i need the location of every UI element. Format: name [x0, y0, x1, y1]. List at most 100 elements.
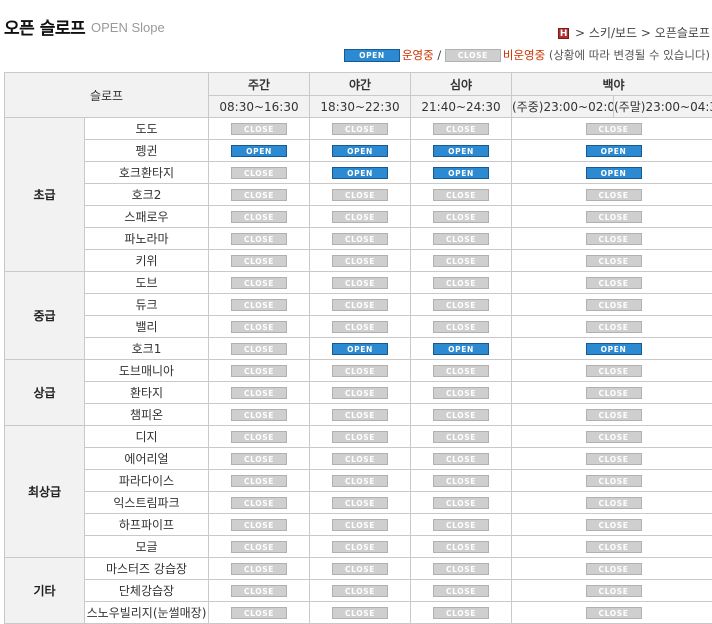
status-badge: CLOSE	[231, 475, 287, 487]
status-badge: CLOSE	[231, 497, 287, 509]
table-row: 단체강습장 CLOSE CLOSE CLOSE CLOSE	[5, 579, 712, 602]
status-cell: CLOSE	[410, 183, 512, 206]
status-badge: CLOSE	[231, 541, 287, 553]
status-badge: CLOSE	[332, 563, 388, 575]
slope-name: 에어리얼	[84, 447, 209, 470]
status-cell: OPEN	[410, 139, 512, 162]
page-subtitle: OPEN Slope	[91, 20, 165, 35]
status-cell: CLOSE	[208, 117, 310, 140]
breadcrumb-item-open-slope[interactable]: 오픈슬로프	[655, 26, 710, 40]
status-badge: CLOSE	[433, 519, 489, 531]
status-badge: CLOSE	[332, 431, 388, 443]
legend-close-text: 비운영중	[502, 48, 546, 62]
status-cell: CLOSE	[309, 535, 411, 558]
status-badge: CLOSE	[231, 123, 287, 135]
status-badge: CLOSE	[332, 585, 388, 597]
legend-open-text: 운영중	[401, 48, 434, 62]
status-cell: CLOSE	[309, 117, 411, 140]
home-icon[interactable]: H	[558, 28, 570, 39]
status-cell: CLOSE	[511, 601, 712, 624]
status-badge: CLOSE	[433, 453, 489, 465]
breadcrumb-item-ski-board[interactable]: 스키/보드	[589, 26, 637, 40]
slope-name: 스노우빌리지(눈썰매장)	[84, 601, 209, 624]
status-badge: CLOSE	[433, 233, 489, 245]
status-badge: CLOSE	[332, 497, 388, 509]
status-cell: CLOSE	[410, 557, 512, 580]
status-cell: CLOSE	[208, 425, 310, 448]
slope-name: 스패로우	[84, 205, 209, 228]
status-cell: CLOSE	[410, 249, 512, 272]
period-header-late-night: 심야	[410, 72, 512, 96]
status-cell: CLOSE	[208, 469, 310, 492]
status-cell: CLOSE	[511, 117, 712, 140]
status-badge: CLOSE	[332, 277, 388, 289]
status-cell: CLOSE	[309, 271, 411, 294]
status-cell: CLOSE	[309, 601, 411, 624]
status-badge: CLOSE	[231, 453, 287, 465]
status-badge: CLOSE	[433, 607, 489, 619]
status-cell: CLOSE	[410, 227, 512, 250]
table-row: 호크환타지 CLOSE OPEN OPEN OPEN	[5, 161, 712, 184]
status-cell: OPEN	[511, 161, 712, 184]
status-badge: CLOSE	[332, 387, 388, 399]
slope-name: 단체강습장	[84, 579, 209, 602]
status-cell: CLOSE	[410, 205, 512, 228]
status-cell: OPEN	[410, 337, 512, 360]
period-hours-day: 08:30~16:30	[208, 95, 310, 118]
status-badge: CLOSE	[231, 343, 287, 355]
status-cell: CLOSE	[511, 579, 712, 602]
status-cell: OPEN	[208, 139, 310, 162]
breadcrumb-separator: >	[640, 26, 651, 40]
status-cell: CLOSE	[309, 469, 411, 492]
status-cell: CLOSE	[410, 403, 512, 426]
status-cell: CLOSE	[410, 315, 512, 338]
status-badge: CLOSE	[585, 387, 642, 399]
status-badge: CLOSE	[332, 299, 388, 311]
status-cell: CLOSE	[410, 359, 512, 382]
status-cell: CLOSE	[208, 293, 310, 316]
slope-name: 호크1	[84, 337, 209, 360]
status-badge: CLOSE	[433, 497, 489, 509]
status-cell: CLOSE	[410, 117, 512, 140]
status-cell: CLOSE	[410, 535, 512, 558]
slope-column-header: 슬로프	[4, 72, 209, 118]
status-badge: CLOSE	[433, 255, 489, 267]
level-label: 상급	[4, 359, 85, 426]
status-badge: CLOSE	[231, 277, 287, 289]
slope-name: 호크2	[84, 183, 209, 206]
status-cell: CLOSE	[309, 447, 411, 470]
status-badge: CLOSE	[585, 453, 642, 465]
status-badge: OPEN	[585, 343, 642, 355]
legend-note: (상황에 따라 변경될 수 있습니다)	[548, 48, 710, 62]
slope-name: 챔피온	[84, 403, 209, 426]
status-cell: CLOSE	[208, 359, 310, 382]
status-cell: CLOSE	[511, 205, 712, 228]
status-badge: OPEN	[433, 343, 489, 355]
status-cell: CLOSE	[410, 447, 512, 470]
status-cell: CLOSE	[309, 249, 411, 272]
status-cell: CLOSE	[511, 513, 712, 536]
status-badge: CLOSE	[231, 365, 287, 377]
status-cell: CLOSE	[309, 579, 411, 602]
status-badge: CLOSE	[332, 475, 388, 487]
status-cell: CLOSE	[511, 469, 712, 492]
status-cell: CLOSE	[410, 579, 512, 602]
status-cell: CLOSE	[309, 381, 411, 404]
slope-name: 펭귄	[84, 139, 209, 162]
status-badge: CLOSE	[433, 123, 489, 135]
status-badge: OPEN	[585, 145, 642, 157]
status-badge: CLOSE	[231, 255, 287, 267]
table-row: 환타지 CLOSE CLOSE CLOSE CLOSE	[5, 381, 712, 404]
status-cell: CLOSE	[511, 535, 712, 558]
breadcrumb: H > 스키/보드 > 오픈슬로프	[558, 24, 710, 41]
status-badge: OPEN	[332, 343, 388, 355]
status-badge: CLOSE	[231, 167, 287, 179]
status-badge: CLOSE	[332, 255, 388, 267]
status-badge: CLOSE	[585, 233, 642, 245]
table-row: 중급 도브 CLOSE CLOSE CLOSE CLOSE	[4, 271, 712, 360]
table-row: 스패로우 CLOSE CLOSE CLOSE CLOSE	[5, 205, 712, 228]
status-cell: CLOSE	[208, 601, 310, 624]
status-cell: CLOSE	[208, 227, 310, 250]
slope-name: 도브	[84, 271, 209, 294]
status-badge: CLOSE	[332, 409, 388, 421]
